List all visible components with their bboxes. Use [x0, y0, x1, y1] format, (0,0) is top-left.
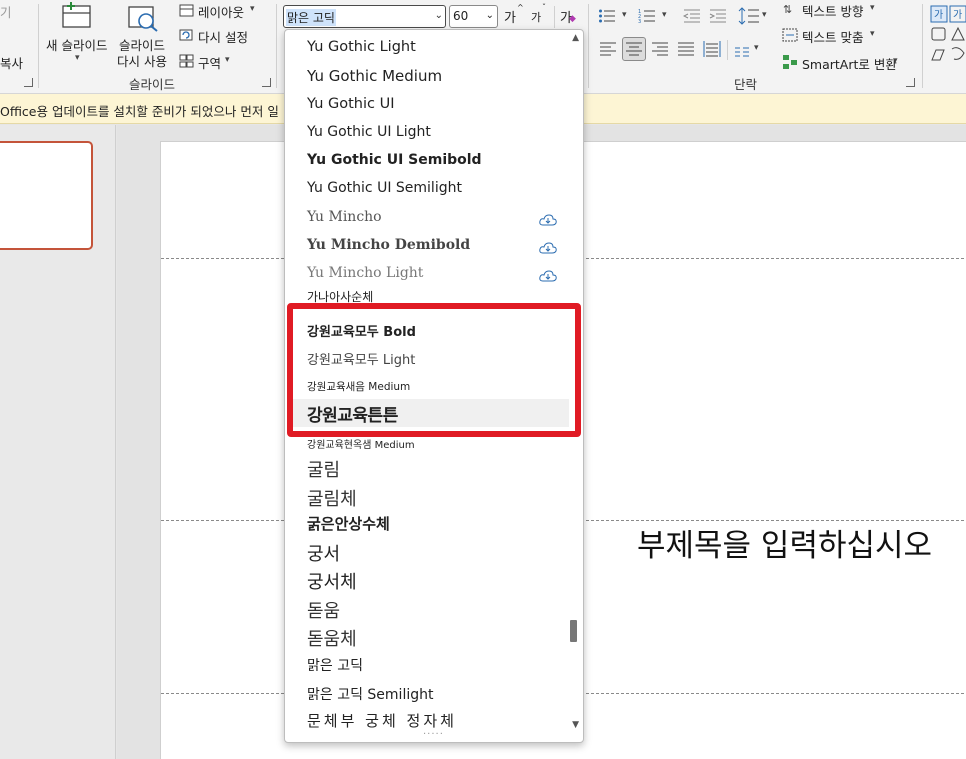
chevron-down-icon[interactable]: ⌄: [435, 10, 443, 21]
font-item-gulim[interactable]: 굴림: [307, 456, 340, 482]
cloud-download-icon: [539, 239, 557, 254]
font-name-combobox[interactable]: 맑은 고딕 ⌄: [283, 5, 446, 28]
scrollbar-thumb[interactable]: [570, 620, 577, 642]
font-item-gulgeun-ansangsu[interactable]: 굵은안상수체: [307, 513, 390, 534]
bullets-icon[interactable]: [598, 8, 618, 24]
grow-font-button[interactable]: 가: [504, 7, 516, 26]
numbering-icon[interactable]: 123: [638, 8, 658, 25]
font-size-combobox[interactable]: 60 ⌄: [449, 5, 498, 28]
line-spacing-icon[interactable]: [738, 6, 760, 26]
font-item-yu-gothic-light[interactable]: Yu Gothic Light: [307, 39, 416, 55]
chevron-down-icon[interactable]: ▾: [662, 10, 667, 20]
subtitle-placeholder[interactable]: 부제목을 입력하십시오: [637, 520, 932, 565]
smartart-icon[interactable]: [782, 54, 798, 70]
new-slide-icon[interactable]: [60, 2, 94, 30]
reuse-slide-icon[interactable]: [126, 4, 160, 32]
shrink-font-caret-icon: ˇ: [542, 3, 546, 12]
font-size-value[interactable]: 60: [453, 9, 468, 23]
increase-indent-icon[interactable]: [709, 8, 727, 24]
font-item-gungseoche[interactable]: 궁서체: [307, 568, 357, 594]
clipboard-partial-label: 기: [0, 5, 12, 20]
font-item-dotum[interactable]: 돋움: [307, 597, 340, 623]
decrease-indent-icon[interactable]: [682, 8, 701, 24]
font-item-munchebu-gungche[interactable]: 문체부 궁체 정자체: [307, 710, 457, 731]
layout-button[interactable]: 레이아웃: [198, 2, 244, 21]
font-item-yu-gothic-ui-semilight[interactable]: Yu Gothic UI Semilight: [307, 180, 462, 196]
slide-thumbnail-pane: [0, 125, 116, 759]
scroll-down-icon[interactable]: ▼: [572, 720, 579, 730]
chevron-down-icon[interactable]: ▾: [870, 29, 875, 39]
chevron-down-icon[interactable]: ▾: [225, 55, 230, 65]
resize-grip-icon[interactable]: ·····: [423, 729, 444, 740]
paragraph-group-label: 단락: [734, 77, 758, 92]
font-item-yu-mincho-demibold[interactable]: Yu Mincho Demibold: [307, 237, 470, 253]
ribbon-separator: [38, 4, 39, 88]
align-left-icon[interactable]: [599, 41, 617, 57]
shrink-font-button[interactable]: 가: [531, 9, 541, 25]
eraser-icon: ◆: [569, 14, 576, 24]
clipboard-launcher-icon[interactable]: [24, 78, 33, 87]
ribbon-separator: [922, 4, 923, 88]
font-item-yu-mincho-light[interactable]: Yu Mincho Light: [307, 265, 423, 281]
chevron-down-icon[interactable]: ▾: [762, 10, 767, 20]
text-direction-icon[interactable]: ⇅: [782, 1, 798, 17]
svg-text:⇅: ⇅: [783, 3, 792, 16]
font-item-yu-mincho[interactable]: Yu Mincho: [307, 209, 382, 225]
align-right-icon[interactable]: [651, 41, 669, 57]
shapes-gallery-icon[interactable]: 가 가: [930, 5, 966, 67]
font-item-malgun-gothic-semilight[interactable]: 맑은 고딕 Semilight: [307, 684, 433, 704]
chevron-down-icon[interactable]: ▾: [250, 4, 255, 14]
align-text-icon[interactable]: [782, 27, 798, 43]
ribbon-separator: [276, 4, 277, 88]
font-item-gangwon-hyeonoksaem-medium[interactable]: 강원교육현옥샘 Medium: [307, 436, 415, 451]
slides-group-label: 슬라이드: [129, 77, 176, 92]
update-notification-text: Office용 업데이트를 설치할 준비가 되었으나 먼저 일: [0, 104, 279, 119]
font-item-dotumche[interactable]: 돋움체: [307, 625, 357, 651]
font-item-gulimche[interactable]: 굴림체: [307, 485, 357, 511]
paragraph-launcher-icon[interactable]: [906, 78, 915, 87]
ribbon-separator: [727, 40, 728, 60]
chevron-down-icon[interactable]: ▾: [754, 43, 759, 53]
svg-text:가: 가: [934, 9, 943, 21]
font-item-yu-gothic-ui-semibold[interactable]: Yu Gothic UI Semibold: [307, 152, 482, 168]
chevron-down-icon[interactable]: ▾: [75, 53, 80, 63]
svg-text:가: 가: [953, 9, 962, 21]
reset-button[interactable]: 다시 설정: [198, 27, 248, 46]
copy-button-label[interactable]: 복사: [0, 53, 23, 72]
font-item-yu-gothic-ui[interactable]: Yu Gothic UI: [307, 96, 394, 112]
chevron-down-icon[interactable]: ▾: [870, 3, 875, 13]
align-text-button[interactable]: 텍스트 맞춤: [802, 27, 863, 46]
new-slide-button[interactable]: 새 슬라이드: [46, 35, 107, 54]
ribbon-separator: [588, 4, 589, 88]
scroll-up-icon[interactable]: ▲: [572, 33, 579, 43]
chevron-down-icon[interactable]: ⌄: [486, 10, 494, 21]
reset-icon[interactable]: [179, 27, 194, 41]
font-item-malgun-gothic[interactable]: 맑은 고딕: [307, 655, 363, 675]
reuse-slide-label-2[interactable]: 다시 사용: [117, 51, 167, 70]
red-highlight-box: [287, 303, 581, 437]
svg-text:3: 3: [638, 19, 641, 24]
distributed-icon[interactable]: [703, 40, 721, 58]
section-button[interactable]: 구역: [198, 53, 221, 72]
chevron-down-icon[interactable]: ▾: [893, 56, 898, 66]
cloud-download-icon: [539, 211, 557, 226]
align-center-icon[interactable]: [622, 37, 646, 61]
font-name-value[interactable]: 맑은 고딕: [286, 9, 336, 26]
ribbon-separator: [554, 6, 555, 28]
font-item-gungseo[interactable]: 궁서: [307, 540, 340, 566]
justify-icon[interactable]: [677, 41, 695, 57]
columns-icon[interactable]: [734, 43, 750, 57]
grow-font-caret-icon: ^: [517, 3, 524, 12]
cloud-download-icon: [539, 267, 557, 282]
text-direction-button[interactable]: 텍스트 방향: [802, 1, 863, 20]
smartart-button[interactable]: SmartArt로 변환: [802, 54, 897, 73]
slides-launcher-icon[interactable]: [262, 78, 271, 87]
layout-icon[interactable]: [179, 2, 194, 17]
section-icon[interactable]: [179, 53, 194, 68]
chevron-down-icon[interactable]: ▾: [622, 10, 627, 20]
slide-thumbnail-selected[interactable]: [0, 141, 93, 250]
font-item-yu-gothic-ui-light[interactable]: Yu Gothic UI Light: [307, 124, 431, 140]
font-item-yu-gothic-medium[interactable]: Yu Gothic Medium: [307, 67, 442, 85]
